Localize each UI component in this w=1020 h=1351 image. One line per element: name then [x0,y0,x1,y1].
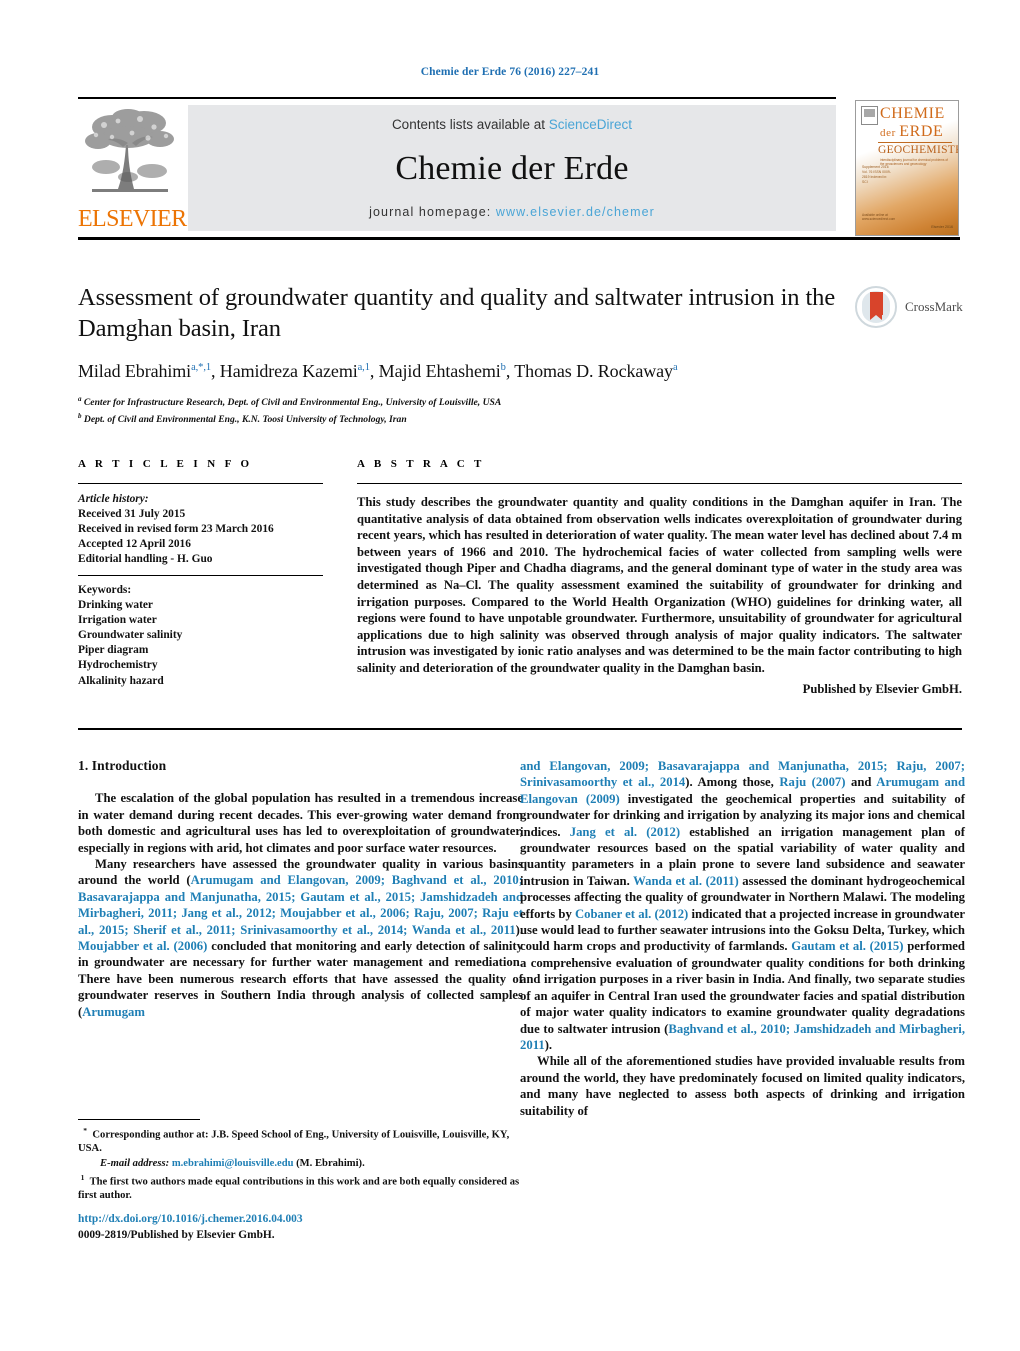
issn-copyright-line: 0009-2819/Published by Elsevier GmbH. [78,1228,275,1241]
article-accepted: Accepted 12 April 2016 [78,538,191,551]
keywords-label: Keywords: [78,584,132,596]
r1-part-h: ). [544,1037,553,1052]
article-info-heading: A R T I C L E I N F O [78,458,253,470]
cover-rule [878,142,952,143]
citation-arumugam[interactable]: Arumugam [82,1005,145,1019]
footnote-equal-contribution: 1 The first two authors made equal contr… [78,1171,523,1203]
article-history-block: Article history: Received 31 July 2015 R… [78,492,323,567]
cover-erde: ERDE [899,123,944,140]
article-editorial-handling: Editorial handling - H. Guo [78,553,213,566]
cover-der: der [880,127,900,139]
citation-wanda-2011[interactable]: Wanda et al. (2011) [633,874,739,888]
article-revised: Received in revised form 23 March 2016 [78,523,274,536]
cover-title-line1: CHEMIE [880,105,945,122]
doi-link[interactable]: http://dx.doi.org/10.1016/j.chemer.2016.… [78,1212,523,1228]
keyword-item: Irrigation water [78,614,157,627]
contents-lists-line: Contents lists available at ScienceDirec… [188,117,836,132]
cover-bottom-left: Available online at www.sciencedirect.co… [862,213,896,221]
footnote-email: E-mail address: m.ebrahimi@louisville.ed… [78,1157,523,1171]
intro-paragraph-3: While all of the aforementioned studies … [520,1054,965,1118]
journal-article-page: Chemie der Erde 76 (2016) 227–241 ELSEVI… [0,0,1020,1351]
abstract-rule-bottom [78,728,962,730]
masthead-bottom-rule [78,237,960,240]
author-list: Milad Ebrahimia,*,1, Hamidreza Kazemia,1… [78,361,678,381]
footnote-corresponding-text: Corresponding author at: J.B. Speed Scho… [78,1129,510,1155]
journal-title: Chemie der Erde [395,150,629,187]
journal-cover-thumbnail: CHEMIE der ERDE GEOCHEMISTRY interdiscip… [855,100,959,236]
email-link[interactable]: m.ebrahimi@louisville.edu [172,1158,294,1169]
footnote-email-label: E-mail address: [100,1157,170,1169]
homepage-prefix: journal homepage: [369,205,496,219]
body-column-left: 1. Introduction The escalation of the gl… [78,758,523,1020]
contents-prefix: Contents lists available at [391,117,549,132]
intro-paragraph-1: The escalation of the global population … [78,791,523,855]
affiliation-b-text: Dept. of Civil and Environmental Eng., K… [83,413,407,425]
keyword-item: Hydrochemistry [78,659,158,672]
citation-moujabber-2006[interactable]: Moujabber et al. (2006) [78,939,207,953]
affiliation-b: b Dept. of Civil and Environmental Eng.,… [78,411,407,425]
intro-paragraph-2: Many researchers have assessed the groun… [78,856,523,1020]
article-received: Received 31 July 2015 [78,508,186,521]
abstract-text: This study describes the groundwater qua… [357,495,962,675]
citation-jang-2012[interactable]: Jang et al. (2012) [570,825,680,839]
r1-part-b: and [845,775,877,790]
cover-left-block: Supplement 2016 Vol. 76 ISSN 0009-2819 I… [862,165,891,184]
cover-elsevier-mark [861,106,878,125]
keyword-item: Piper diagram [78,644,149,657]
article-history-label: Article history: [78,493,149,505]
elsevier-tree-icon [85,109,174,192]
elsevier-wordmark: ELSEVIER [78,206,187,232]
journal-homepage-url[interactable]: www.elsevier.de/chemer [496,205,655,219]
masthead-top-rule [78,97,836,99]
doi-block: http://dx.doi.org/10.1016/j.chemer.2016.… [78,1212,523,1243]
body-column-right: and Elangovan, 2009; Basavarajappa and M… [520,758,965,1119]
journal-homepage-line: journal homepage: www.elsevier.de/chemer [188,205,836,219]
article-info-rule-top [78,483,323,484]
affiliation-a-text: Center for Infrastructure Research, Dept… [83,397,502,409]
article-info-rule-mid [78,575,323,576]
footnote-equal-contribution-text: The first two authors made equal contrib… [78,1176,520,1202]
r1-part-a: ). Among those, [685,775,780,790]
keyword-item: Drinking water [78,599,153,612]
footnote-marker-1: 1 [80,1173,85,1183]
keyword-item: Groundwater salinity [78,629,183,642]
abstract-heading: A B S T R A C T [357,458,485,470]
keywords-block: Keywords: Drinking water Irrigation wate… [78,583,323,689]
citation-cobaner-2012[interactable]: Cobaner et al. (2012) [575,907,688,921]
footnote-corresponding-author: * Corresponding author at: J.B. Speed Sc… [78,1124,523,1156]
crossmark-badge[interactable]: CrossMark [855,286,965,330]
abstract-published-by: Published by Elsevier GmbH. [802,682,962,696]
section-heading-introduction: 1. Introduction [78,758,167,773]
keyword-item: Alkalinity hazard [78,674,164,687]
elsevier-logo: ELSEVIER [78,103,187,233]
footnotes-block: * Corresponding author at: J.B. Speed Sc… [78,1124,523,1204]
abstract-rule-top [357,483,962,484]
cover-title-line2: der ERDE [880,123,943,141]
sciencedirect-link[interactable]: ScienceDirect [549,117,632,132]
cover-geochemistry: GEOCHEMISTRY [878,144,958,156]
article-header: Assessment of groundwater quantity and q… [78,282,838,426]
citation-raju-2007[interactable]: Raju (2007) [779,775,845,789]
crossmark-label: CrossMark [905,299,963,314]
affiliations: a Center for Infrastructure Research, De… [78,393,838,426]
running-head: Chemie der Erde 76 (2016) 227–241 [420,66,600,78]
affiliation-a: a Center for Infrastructure Research, De… [78,395,502,409]
citation-gautam-2015[interactable]: Gautam et al. (2015) [791,939,903,953]
journal-banner: Contents lists available at ScienceDirec… [188,105,836,231]
journal-masthead: ELSEVIER Contents lists available at Sci… [78,97,960,240]
footnote-asterisk: * [83,1126,88,1135]
cover-bottom-right: Elsevier 2016 [931,225,953,229]
crossmark-icon [855,286,897,328]
footnote-email-suffix: (M. Ebrahimi). [296,1157,365,1169]
crossmark-bookmark-shape [870,292,883,320]
footnote-rule [78,1119,200,1120]
page-title: Assessment of groundwater quantity and q… [78,284,836,342]
intro-paragraph-2-cont: and Elangovan, 2009; Basavarajappa and M… [520,758,965,1053]
